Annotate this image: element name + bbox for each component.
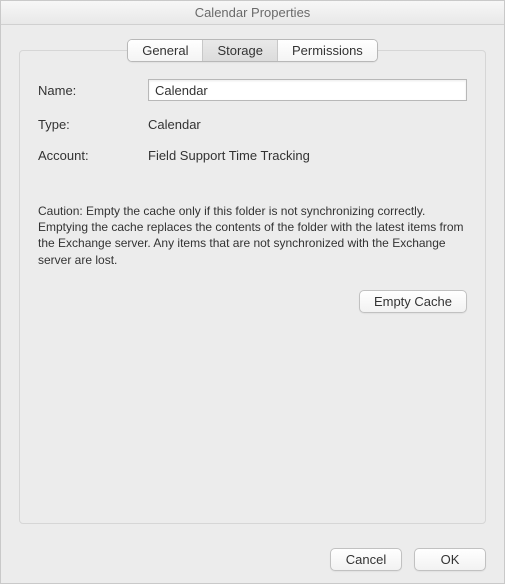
account-value: Field Support Time Tracking: [148, 148, 310, 163]
caution-text: Caution: Empty the cache only if this fo…: [38, 203, 467, 268]
tab-storage[interactable]: Storage: [203, 40, 278, 61]
type-value: Calendar: [148, 117, 201, 132]
type-label: Type:: [38, 117, 148, 132]
empty-cache-row: Empty Cache: [38, 290, 467, 313]
dialog-footer: Cancel OK: [1, 538, 504, 583]
account-row: Account: Field Support Time Tracking: [38, 148, 467, 163]
tab-general[interactable]: General: [128, 40, 203, 61]
name-label: Name:: [38, 83, 148, 98]
cancel-button[interactable]: Cancel: [330, 548, 402, 571]
tab-segmented-control: General Storage Permissions: [127, 39, 378, 62]
window-titlebar: Calendar Properties: [1, 1, 504, 25]
name-row: Name:: [38, 79, 467, 101]
content-area: General Storage Permissions Name: Type: …: [1, 25, 504, 538]
properties-window: Calendar Properties General Storage Perm…: [0, 0, 505, 584]
storage-panel: Name: Type: Calendar Account: Field Supp…: [19, 50, 486, 524]
account-label: Account:: [38, 148, 148, 163]
name-input[interactable]: [148, 79, 467, 101]
tab-permissions[interactable]: Permissions: [278, 40, 377, 61]
ok-button[interactable]: OK: [414, 548, 486, 571]
tabs-container: General Storage Permissions: [19, 39, 486, 62]
type-row: Type: Calendar: [38, 117, 467, 132]
window-title: Calendar Properties: [195, 5, 311, 20]
empty-cache-button[interactable]: Empty Cache: [359, 290, 467, 313]
